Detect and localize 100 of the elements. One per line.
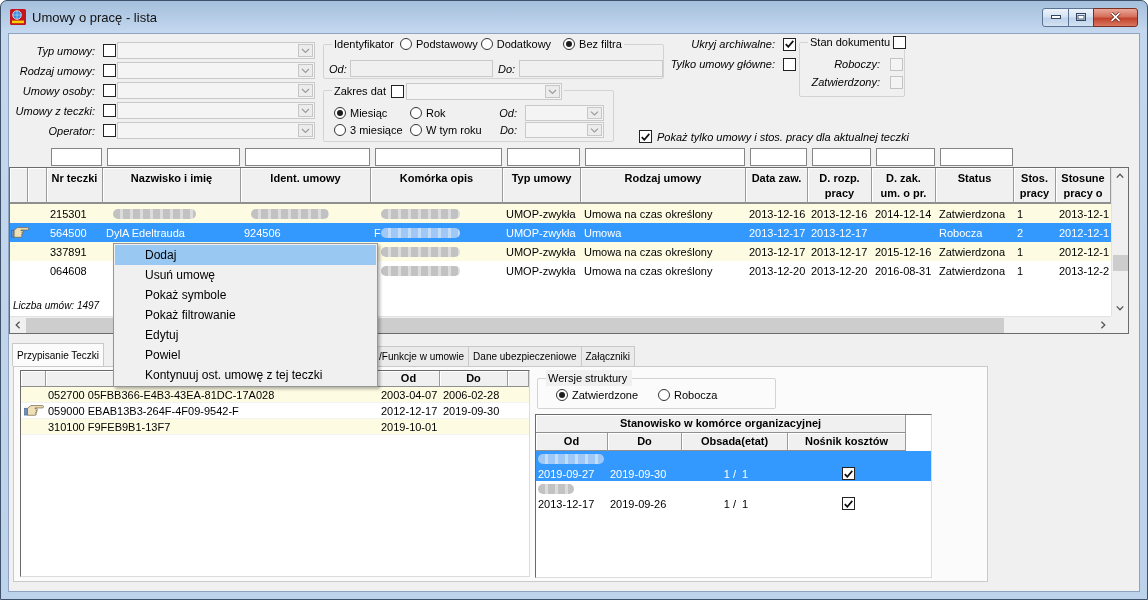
tab[interactable]: Załączniki [580, 346, 635, 366]
filter-label: Operator: [47, 124, 95, 137]
filter-label: Umowy osoby: [21, 84, 95, 97]
tab[interactable]: Przypisanie Teczki [12, 343, 105, 366]
scrollbar-thumb[interactable] [1112, 255, 1128, 271]
menu-item[interactable]: Kontynuuj ost. umowę z tej teczki [115, 365, 376, 385]
filter-input[interactable] [107, 148, 240, 166]
chevron-down-icon [298, 84, 313, 97]
table-cell-text: 2012-12-1 [1058, 244, 1111, 260]
column-header: Stosune pracy o [1056, 168, 1111, 204]
group-label: Zakres dat [334, 85, 387, 97]
table-row[interactable]: 059000 EBAB13B3-264F-4F09-9542-F 2012-12-17 2019-09-30 [21, 403, 529, 419]
checkmark-icon [641, 132, 650, 141]
group-label: Stan dokumentu [810, 36, 892, 48]
column-header [508, 371, 529, 387]
checkbox[interactable] [841, 497, 855, 510]
table-cell-text: UMOP-zwykła [505, 225, 577, 241]
table-cell-text: Umowa [583, 225, 623, 241]
table-cell-text: 564500 [49, 225, 88, 241]
column-header: D. rozp. pracy [808, 168, 872, 204]
close-button[interactable] [1093, 7, 1138, 27]
column-header: Typ umowy [503, 168, 581, 204]
table-cell-text: Umowa na czas określony [583, 244, 714, 260]
table-cell-text: 2019-09-30 [442, 403, 501, 418]
table-cell-text: Umowa na czas określony [583, 206, 714, 222]
radio-button[interactable] [480, 38, 493, 50]
table-row[interactable]: 215301 UMOP-zwykła Umowa na czas określony 2013-12-16 2013-12-16 2014-12-14 Zatwierdzona 1 2013-12-1 [10, 204, 1111, 223]
menu-item[interactable]: Edytuj [115, 325, 376, 345]
maximize-button[interactable] [1068, 7, 1094, 27]
checkbox[interactable] [639, 130, 652, 143]
filter-input[interactable] [245, 148, 370, 166]
table-cell-text: UMOP-zwykła [505, 244, 577, 260]
field-label: Do: [497, 62, 517, 75]
table-cell-text: Umowa na czas określony [583, 263, 714, 279]
filter-input[interactable] [51, 148, 102, 166]
radio-button[interactable] [399, 38, 412, 50]
table-row[interactable]: 310100 F9FEB9B1-13F7 2019-10-01 [21, 419, 529, 435]
radio-button[interactable] [658, 389, 671, 401]
minimize-icon [1050, 15, 1061, 19]
filter-input[interactable] [750, 148, 807, 166]
table-cell-text: Zatwierdzona [938, 206, 1007, 222]
radio-button[interactable] [563, 38, 576, 50]
table-cell-text: 2012-12-1 [1058, 225, 1111, 241]
table-row[interactable]: 052700 05FBB366-E4B3-43EA-81DC-17A028 2003-04-07 2006-02-28 [21, 387, 529, 403]
chevron-left-icon[interactable] [15, 321, 21, 329]
column-header: Od [378, 371, 440, 387]
chevron-down-icon[interactable] [1116, 305, 1124, 311]
radio-label: Rok [426, 106, 446, 119]
record-count: Liczba umów: 1497 [13, 300, 100, 311]
window-title: Umowy o pracę - lista [32, 9, 157, 25]
column-header: Data zaw. [746, 168, 808, 204]
checkbox[interactable] [783, 57, 796, 71]
checkbox[interactable] [893, 35, 907, 49]
column-header [28, 168, 47, 204]
table-cell-text: 2019-09-30 [609, 467, 668, 480]
menu-item[interactable]: Dodaj [115, 245, 376, 265]
table-cell-text: 215301 [49, 206, 88, 222]
menu-item[interactable]: Pokaż filtrowanie [115, 305, 376, 325]
filter-label: Umowy z teczki: [14, 104, 95, 117]
radio-label: Miesiąc [350, 106, 388, 119]
filter-input[interactable] [375, 148, 502, 166]
group-label: Wersje struktury [548, 372, 629, 384]
minimize-button[interactable] [1042, 7, 1069, 27]
table-cell-text: DylA Edeltrauda [105, 225, 186, 241]
column-header: Nazwisko i imię [103, 168, 241, 204]
table-cell-text: 337891 [49, 244, 88, 260]
checkmark-icon [843, 469, 853, 478]
menu-item[interactable]: Powiel [115, 345, 376, 365]
menu-item[interactable]: Pokaż symbole [115, 285, 376, 305]
chevron-right-icon[interactable] [1100, 321, 1106, 329]
table-cell-text: 2013-12-17 [810, 225, 869, 241]
table-cell-text: Zatwierdzona [938, 263, 1007, 279]
table-cell-text: UMOP-zwykła [505, 206, 577, 222]
chevron-up-icon[interactable] [1116, 173, 1124, 179]
radio-label: W tym roku [426, 123, 482, 136]
radio-label: Robocza [674, 389, 718, 401]
group-label: Identyfikator [334, 38, 395, 50]
tab[interactable]: Dane ubezpieczeniowe [468, 346, 582, 366]
table-cell-text: 2013-12-17 [537, 497, 596, 510]
filter-input[interactable] [940, 148, 1013, 166]
table-cell-text: 2014-12-14 [874, 206, 933, 222]
table-cell-text: 2019-09-26 [609, 497, 668, 510]
table-cell-text: 2015-12-16 [874, 244, 933, 260]
radio-button[interactable] [556, 389, 568, 401]
checkbox[interactable] [783, 37, 796, 51]
checkbox[interactable] [841, 467, 855, 480]
checkbox-label: Ukryj archiwalne: [690, 38, 776, 50]
table-cell-text: 2016-08-31 [874, 263, 933, 279]
filter-input[interactable] [812, 148, 871, 166]
radio-label: Bez filtra [579, 38, 622, 50]
checkbox-label: Zatwierdzony: [810, 76, 881, 88]
table-cell-text: 2013-12-16 [810, 206, 869, 222]
vertical-scrollbar[interactable] [1111, 168, 1128, 316]
column-header: Od [536, 433, 608, 451]
filter-input[interactable] [507, 148, 580, 166]
radio-label: Podstawowy [415, 38, 478, 50]
table-cell-text: 1 [1016, 206, 1025, 222]
filter-input[interactable] [876, 148, 935, 166]
field-label: Od: [329, 62, 348, 75]
filter-input[interactable] [585, 148, 745, 166]
